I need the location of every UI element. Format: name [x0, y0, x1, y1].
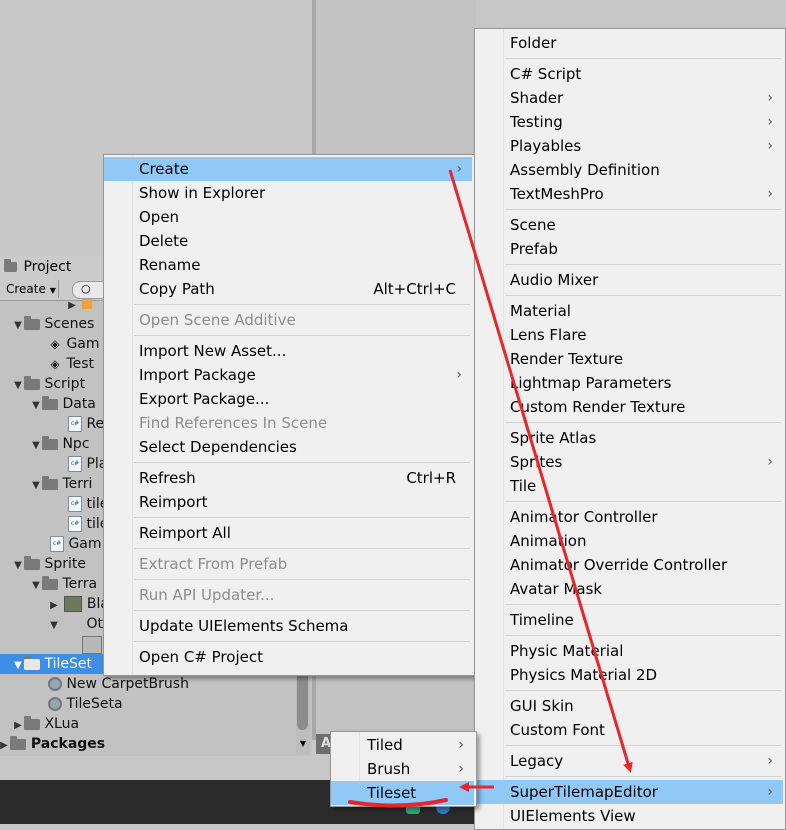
annotation-underline-tileset [348, 798, 448, 808]
annotation-arrow-create-to-super [448, 169, 633, 773]
annotation-overlay [348, 169, 633, 808]
